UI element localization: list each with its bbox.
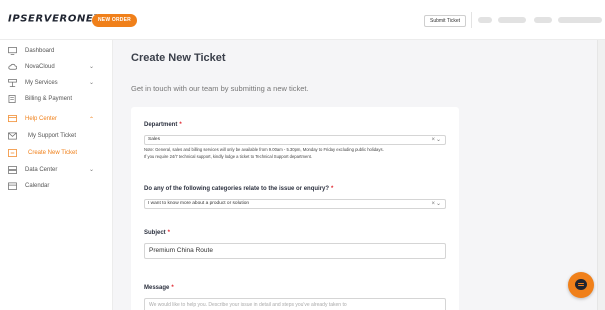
sidebar-item-label: My Services: [25, 80, 58, 86]
chevron-down-icon[interactable]: ⌄: [436, 137, 442, 143]
sidebar-item-label: Billing & Payment: [25, 96, 73, 102]
required-mark: *: [171, 285, 174, 291]
logo[interactable]: IPSERVERONE™: [8, 13, 98, 24]
chevron-down-icon: ⌄: [89, 167, 95, 173]
blurred-avatar: [478, 17, 492, 23]
logo-text: IPSERVERONE: [8, 13, 94, 25]
sidebar-item-help-center[interactable]: Help Center ⌃: [0, 112, 112, 126]
blurred-text: [534, 17, 552, 23]
sidebar-item-create-new-ticket[interactable]: Create New Ticket: [0, 146, 112, 160]
category-select[interactable]: I want to know more about a product or s…: [144, 199, 446, 209]
sidebar-item-billing[interactable]: Billing & Payment: [0, 92, 112, 106]
department-select[interactable]: Sales ×⌄: [144, 135, 446, 145]
category-label: Do any of the following categories relat…: [144, 186, 333, 192]
blurred-text: [498, 17, 526, 23]
monitor-icon: [8, 47, 17, 55]
subject-label-text: Subject: [144, 230, 166, 236]
message-label: Message *: [144, 285, 174, 291]
sidebar-item-label: Dashboard: [25, 48, 55, 54]
envelope-icon: [8, 132, 17, 140]
sidebar-item-label: Create New Ticket: [28, 150, 78, 156]
top-bar: IPSERVERONE™ NEW ORDER Submit Ticket: [0, 0, 605, 40]
department-label-text: Department: [144, 122, 178, 128]
new-order-button[interactable]: NEW ORDER: [92, 14, 137, 27]
chevron-down-icon: ⌄: [89, 80, 95, 86]
chevron-up-icon: ⌃: [89, 117, 95, 123]
help-icon: [8, 115, 17, 123]
sidebar-item-data-center[interactable]: Data Center ⌄: [0, 163, 112, 177]
sidebar-item-calendar[interactable]: Calendar: [0, 179, 112, 193]
chevron-down-icon[interactable]: ⌄: [436, 201, 442, 207]
sidebar-item-label: Data Center: [25, 167, 58, 173]
department-label: Department *: [144, 122, 182, 128]
billing-icon: [8, 95, 16, 103]
required-mark: *: [179, 122, 182, 128]
submit-ticket-button[interactable]: Submit Ticket: [424, 15, 467, 27]
department-note-line: Note: General, sales and billing service…: [144, 147, 384, 152]
page-subtitle: Get in touch with our team by submitting…: [131, 84, 309, 93]
sidebar-item-label: Help Center: [25, 116, 58, 122]
sidebar-item-label: Calendar: [25, 183, 50, 189]
new-ticket-icon: [8, 149, 17, 157]
sidebar-item-my-support-ticket[interactable]: My Support Ticket: [0, 129, 112, 143]
scrollbar[interactable]: [597, 40, 605, 310]
user-menu[interactable]: [471, 12, 605, 28]
sidebar: Dashboard NovaCloud ⌄ My Services ⌄ Bill…: [0, 40, 113, 310]
subject-input[interactable]: Premium China Route: [144, 243, 446, 259]
department-value: Sales: [148, 137, 160, 142]
calendar-icon: [8, 182, 17, 190]
sidebar-item-label: NovaCloud: [25, 64, 55, 70]
sidebar-item-novacloud[interactable]: NovaCloud ⌄: [0, 60, 112, 74]
sidebar-item-label: My Support Ticket: [28, 133, 77, 139]
blurred-text: [558, 17, 602, 23]
sidebar-item-my-services[interactable]: My Services ⌄: [0, 76, 112, 90]
department-note: Note: General, sales and billing service…: [144, 146, 449, 160]
page-title: Create New Ticket: [131, 52, 226, 64]
chevron-down-icon: ⌄: [89, 64, 95, 70]
live-chat-button[interactable]: [568, 272, 594, 298]
message-label-text: Message: [144, 285, 170, 291]
required-mark: *: [331, 186, 334, 192]
required-mark: *: [167, 230, 171, 236]
category-value: I want to know more about a product or s…: [148, 201, 250, 206]
cloud-icon: [8, 63, 17, 70]
server-icon: [8, 166, 17, 174]
message-textarea[interactable]: We would like to help you. Describe your…: [144, 298, 446, 310]
department-note-line: If you require 24/7 technical support, k…: [144, 154, 312, 160]
services-icon: [8, 79, 17, 87]
subject-label: Subject *: [144, 230, 170, 236]
category-label-text: Do any of the following categories relat…: [144, 186, 330, 192]
sidebar-item-dashboard[interactable]: Dashboard: [0, 44, 112, 58]
chat-icon: [575, 279, 587, 290]
